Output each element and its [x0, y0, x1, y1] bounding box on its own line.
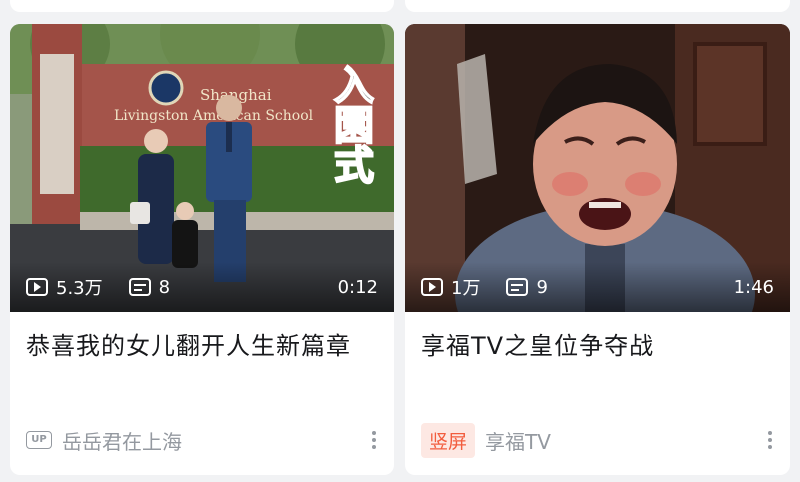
view-count: 5.3万	[26, 274, 103, 300]
video-card-2[interactable]: 1万 9 1:46 享福TV之皇位争夺战 竖屏 享福TV	[405, 24, 790, 475]
video-meta: 竖屏 享福TV	[421, 422, 776, 458]
view-count-text: 5.3万	[56, 278, 103, 299]
previous-card-right[interactable]	[405, 0, 790, 12]
author-name[interactable]: 岳岳君在上海	[62, 426, 182, 455]
danmaku-icon	[128, 278, 151, 296]
video-thumbnail[interactable]: 1万 9 1:46	[405, 24, 790, 312]
video-title[interactable]: 享福TV之皇位争夺战	[421, 326, 774, 366]
play-icon	[421, 278, 443, 296]
video-stats-bar: 1万 9 1:46	[405, 262, 790, 312]
danmaku-count-text: 8	[158, 276, 171, 298]
author-name[interactable]: 享福TV	[485, 426, 551, 455]
video-card-1[interactable]: Shanghai Livingston American School 入園式 …	[10, 24, 394, 475]
video-title[interactable]: 恭喜我的女儿翻开人生新篇章	[26, 326, 378, 366]
danmaku-icon	[506, 278, 529, 296]
video-meta: UP 岳岳君在上海	[26, 424, 380, 456]
vertical-video-badge: 竖屏	[421, 422, 476, 458]
thumbnail-overlay-text: 入園式	[327, 64, 374, 184]
danmaku-count: 9	[506, 276, 548, 298]
more-icon[interactable]	[764, 429, 776, 451]
sign-text-2: Livingston American School	[114, 108, 314, 124]
more-icon[interactable]	[368, 429, 380, 451]
video-duration: 0:12	[337, 276, 378, 298]
view-count-text: 1万	[451, 278, 481, 299]
video-duration: 1:46	[733, 276, 774, 298]
view-count: 1万	[421, 274, 480, 300]
play-icon	[26, 278, 48, 296]
video-thumbnail[interactable]: Shanghai Livingston American School 入園式 …	[10, 24, 394, 312]
video-stats-bar: 5.3万 8 0:12	[10, 262, 394, 312]
danmaku-count: 8	[128, 276, 171, 298]
up-badge: UP	[26, 431, 52, 449]
previous-card-left[interactable]	[10, 0, 394, 12]
danmaku-count-text: 9	[536, 276, 548, 298]
